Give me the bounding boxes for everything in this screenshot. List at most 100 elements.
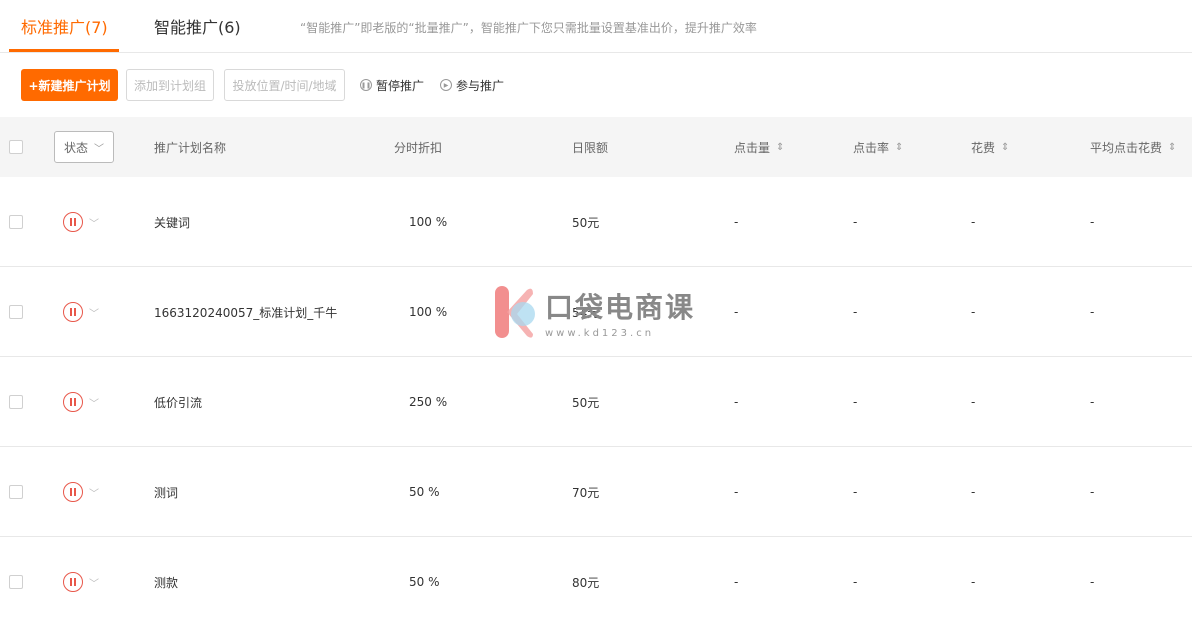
time-discount-value: 50 % (409, 485, 440, 499)
row-checkbox[interactable] (9, 575, 23, 589)
table-row: ﹀ 测词 50 % 70元 - - - - (0, 447, 1192, 537)
ctr-value: - (853, 575, 858, 589)
sort-icon: ⇕ (1168, 141, 1177, 153)
column-cost-label: 花费 (971, 140, 996, 155)
daily-limit-value: 50元 (572, 215, 600, 230)
paused-status-icon[interactable] (63, 302, 83, 322)
row-select-cell (9, 177, 23, 267)
avg-cpc-value: - (1090, 305, 1095, 319)
column-avg-cpc[interactable]: 平均点击花费 ⇕ (1090, 117, 1176, 177)
paused-status-icon[interactable] (63, 572, 83, 592)
cost-value: - (971, 305, 976, 319)
pause-promotion-label: 暂停推广 (376, 78, 425, 93)
row-checkbox[interactable] (9, 395, 23, 409)
paused-status-icon[interactable] (63, 392, 83, 412)
row-status-cell: ﹀ (63, 357, 99, 447)
daily-limit-value: 50元 (572, 395, 600, 410)
row-status-cell: ﹀ (63, 537, 99, 623)
ctr-value: - (853, 215, 858, 229)
smart-promotion-note: “智能推广”即老版的“批量推广”，智能推广下您只需批量设置基准出价，提升推广效率 (300, 21, 757, 35)
row-select-cell (9, 537, 23, 623)
row-status-cell: ﹀ (63, 267, 99, 357)
cost-value: - (971, 485, 976, 499)
pause-promotion-button[interactable]: ❚❚ 暂停推广 (360, 69, 424, 101)
avg-cpc-value: - (1090, 215, 1095, 229)
toolbar: +新建推广计划 添加到计划组 投放位置/时间/地域 ❚❚ 暂停推广 ▶ 参与推广 (0, 53, 1192, 117)
time-discount-value: 100 % (409, 215, 448, 229)
new-plan-button[interactable]: +新建推广计划 (21, 69, 118, 101)
row-select-cell (9, 357, 23, 447)
table-row: ﹀ 关键词 100 % 50元 - - - - (0, 177, 1192, 267)
select-all-checkbox[interactable] (9, 140, 23, 154)
table-header: 状态 ﹀ 推广计划名称 分时折扣 日限额 点击量 ⇕ 点击率 ⇕ 花费 ⇕ 平均… (0, 117, 1192, 177)
row-select-cell (9, 447, 23, 537)
chevron-down-icon[interactable]: ﹀ (89, 575, 99, 590)
clicks-value: - (734, 215, 739, 229)
time-discount-value: 100 % (409, 305, 448, 319)
plan-name-link[interactable]: 低价引流 (154, 357, 202, 447)
column-clicks[interactable]: 点击量 ⇕ (734, 117, 784, 177)
join-promotion-label: 参与推广 (456, 78, 505, 93)
paused-status-icon[interactable] (63, 212, 83, 232)
row-status-cell: ﹀ (63, 177, 99, 267)
column-avg-cpc-label: 平均点击花费 (1090, 140, 1163, 155)
cost-value: - (971, 215, 976, 229)
active-tab-indicator (9, 49, 119, 52)
column-ctr-label: 点击率 (853, 140, 890, 155)
tab-standard-promotion[interactable]: 标准推广(7) (21, 14, 108, 38)
row-checkbox[interactable] (9, 215, 23, 229)
avg-cpc-value: - (1090, 485, 1095, 499)
column-daily-limit: 日限额 (572, 140, 609, 155)
row-status-cell: ﹀ (63, 447, 99, 537)
select-all-cell (9, 117, 23, 177)
column-time-discount: 分时折扣 (394, 140, 443, 155)
location-time-region-button[interactable]: 投放位置/时间/地域 (224, 69, 345, 101)
column-ctr[interactable]: 点击率 ⇕ (853, 117, 903, 177)
sort-icon: ⇕ (776, 141, 785, 153)
chevron-down-icon[interactable]: ﹀ (89, 485, 99, 500)
row-checkbox[interactable] (9, 485, 23, 499)
plan-name-link[interactable]: 关键词 (154, 177, 190, 267)
daily-limit-value: 54元 (572, 305, 600, 320)
sort-icon: ⇕ (1001, 141, 1010, 153)
table-row: ﹀ 1663120240057_标准计划_千牛 100 % 54元 - - - … (0, 267, 1192, 357)
clicks-value: - (734, 305, 739, 319)
status-filter-select[interactable]: 状态 ﹀ (54, 131, 114, 163)
pause-icon: ❚❚ (360, 79, 372, 91)
column-clicks-label: 点击量 (734, 140, 771, 155)
plan-name-link[interactable]: 1663120240057_标准计划_千牛 (154, 267, 337, 357)
clicks-value: - (734, 395, 739, 409)
time-discount-value: 50 % (409, 575, 440, 589)
plan-tabs: 标准推广(7) 智能推广(6) “智能推广”即老版的“批量推广”，智能推广下您只… (0, 0, 1192, 53)
column-plan-name: 推广计划名称 (154, 140, 227, 155)
chevron-down-icon[interactable]: ﹀ (89, 395, 99, 410)
plan-name-link[interactable]: 测款 (154, 537, 178, 623)
cost-value: - (971, 575, 976, 589)
paused-status-icon[interactable] (63, 482, 83, 502)
ctr-value: - (853, 485, 858, 499)
clicks-value: - (734, 575, 739, 589)
table-row: ﹀ 低价引流 250 % 50元 - - - - (0, 357, 1192, 447)
join-promotion-button[interactable]: ▶ 参与推广 (440, 69, 504, 101)
chevron-down-icon[interactable]: ﹀ (89, 215, 99, 230)
add-to-group-button[interactable]: 添加到计划组 (126, 69, 214, 101)
sort-icon: ⇕ (895, 141, 904, 153)
status-filter-label: 状态 (63, 140, 88, 155)
time-discount-value: 250 % (409, 395, 448, 409)
daily-limit-value: 80元 (572, 575, 600, 590)
chevron-down-icon[interactable]: ﹀ (89, 305, 99, 320)
plan-name-link[interactable]: 测词 (154, 447, 178, 537)
row-select-cell (9, 267, 23, 357)
avg-cpc-value: - (1090, 575, 1095, 589)
ctr-value: - (853, 395, 858, 409)
tab-smart-promotion[interactable]: 智能推广(6) (154, 14, 241, 38)
table-row: ﹀ 测款 50 % 80元 - - - - (0, 537, 1192, 623)
clicks-value: - (734, 485, 739, 499)
play-icon: ▶ (440, 79, 452, 91)
column-cost[interactable]: 花费 ⇕ (971, 117, 1009, 177)
chevron-down-icon: ﹀ (94, 143, 104, 155)
row-checkbox[interactable] (9, 305, 23, 319)
daily-limit-value: 70元 (572, 485, 600, 500)
cost-value: - (971, 395, 976, 409)
ctr-value: - (853, 305, 858, 319)
